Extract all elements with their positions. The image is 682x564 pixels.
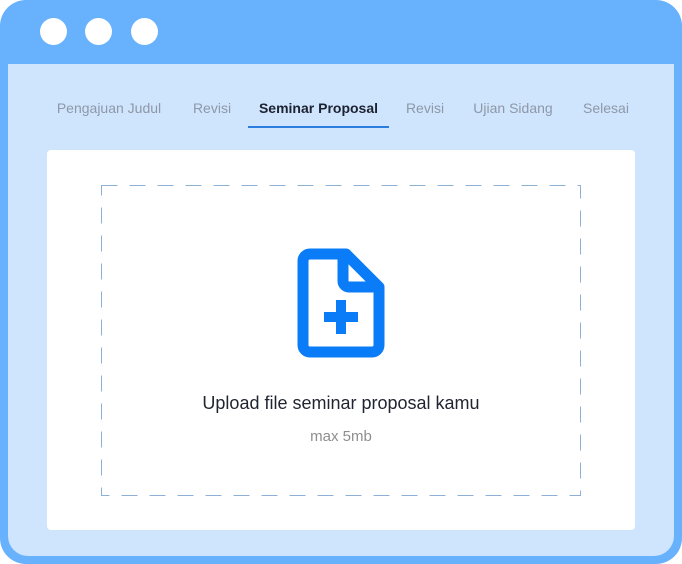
tab-ujian-sidang[interactable]: Ujian Sidang: [468, 94, 558, 128]
file-plus-icon: [297, 248, 385, 358]
upload-panel: Upload file seminar proposal kamu max 5m…: [47, 150, 635, 530]
upload-title: Upload file seminar proposal kamu: [202, 393, 480, 413]
tab-pengajuan-judul[interactable]: Pengajuan Judul: [50, 94, 168, 128]
tab-revisi-1[interactable]: Revisi: [192, 94, 232, 128]
window-dot-1[interactable]: [40, 18, 67, 45]
tab-revisi-2[interactable]: Revisi: [405, 94, 445, 128]
step-tabs: Pengajuan Judul Revisi Seminar Proposal …: [8, 94, 674, 130]
tab-seminar-proposal[interactable]: Seminar Proposal: [248, 94, 389, 128]
window-dot-2[interactable]: [85, 18, 112, 45]
tab-selesai[interactable]: Selesai: [580, 94, 632, 128]
browser-window: Pengajuan Judul Revisi Seminar Proposal …: [0, 0, 682, 564]
window-dot-3[interactable]: [131, 18, 158, 45]
page-content: Pengajuan Judul Revisi Seminar Proposal …: [8, 64, 674, 556]
upload-dropzone[interactable]: Upload file seminar proposal kamu max 5m…: [101, 185, 581, 496]
window-titlebar: [0, 0, 682, 64]
upload-size-limit: max 5mb: [310, 428, 372, 445]
